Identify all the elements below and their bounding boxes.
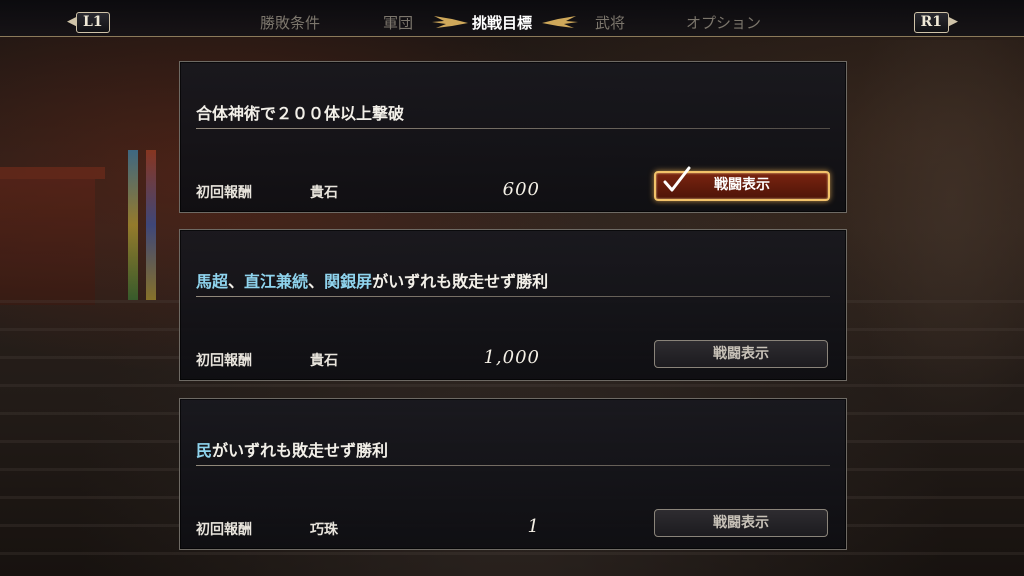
mission-title: 民がいずれも敗走せず勝利 — [196, 437, 388, 461]
tab-options[interactable]: オプション — [686, 12, 761, 33]
background-banner — [146, 150, 156, 300]
title-text: がいずれも敗走せず勝利 — [212, 441, 389, 460]
mission-card: 民がいずれも敗走せず勝利 初回報酬 巧珠 1 戦闘表示 — [179, 398, 847, 550]
reward-amount: 600 — [502, 179, 540, 200]
battle-display-button[interactable]: 戦闘表示 — [654, 509, 828, 537]
reward-label: 初回報酬 — [196, 185, 252, 201]
button-label: 戦闘表示 — [713, 515, 769, 531]
battle-display-button[interactable]: 戦闘表示 — [654, 340, 828, 368]
officer-name: 民 — [196, 441, 213, 460]
tab-bar: 勝敗条件 軍団 挑戦目標 武将 オプション — [0, 8, 1024, 34]
checkmark-icon — [663, 166, 691, 192]
tab-challenge-goals[interactable]: 挑戦目標 — [472, 12, 532, 33]
background-tree — [844, 40, 1024, 440]
divider — [196, 128, 830, 129]
background-banner — [128, 150, 138, 300]
reward-label: 初回報酬 — [196, 353, 252, 369]
title-text: 、 — [308, 272, 325, 291]
reward-item: 巧珠 — [310, 522, 338, 538]
officer-name: 直江兼続 — [244, 272, 309, 291]
tab-victory-conditions[interactable]: 勝敗条件 — [260, 12, 320, 33]
mission-card: 馬超、直江兼続、関銀屏がいずれも敗走せず勝利 初回報酬 貴石 1,000 戦闘表… — [179, 229, 847, 381]
reward-label: 初回報酬 — [196, 522, 252, 538]
button-label: 戦闘表示 — [713, 346, 769, 362]
wing-ornament-icon — [432, 16, 468, 28]
reward-item: 貴石 — [310, 353, 338, 369]
tab-army[interactable]: 軍団 — [383, 12, 413, 33]
title-text: 合体神術で２００体以上撃破 — [196, 104, 405, 123]
divider — [196, 296, 830, 297]
top-nav-bar: ◀ L1 R1 ▶ 勝敗条件 軍団 挑戦目標 武将 オプション — [0, 0, 1024, 37]
title-text: がいずれも敗走せず勝利 — [372, 272, 549, 291]
battle-display-button[interactable]: 戦闘表示 — [654, 166, 830, 201]
mission-card: 合体神術で２００体以上撃破 初回報酬 貴石 600 戦闘表示 — [179, 61, 847, 213]
background-gate — [0, 167, 105, 305]
officer-name: 関銀屏 — [324, 272, 373, 291]
mission-title: 馬超、直江兼続、関銀屏がいずれも敗走せず勝利 — [196, 268, 548, 292]
button-label: 戦闘表示 — [714, 177, 770, 193]
mission-title: 合体神術で２００体以上撃破 — [196, 100, 404, 124]
reward-amount: 1 — [527, 516, 540, 537]
tab-officers[interactable]: 武将 — [595, 12, 625, 33]
reward-amount: 1,000 — [483, 347, 540, 368]
officer-name: 馬超 — [196, 272, 229, 291]
reward-item: 貴石 — [310, 185, 338, 201]
title-text: 、 — [228, 272, 245, 291]
wing-ornament-icon — [542, 16, 578, 28]
divider — [196, 465, 830, 466]
